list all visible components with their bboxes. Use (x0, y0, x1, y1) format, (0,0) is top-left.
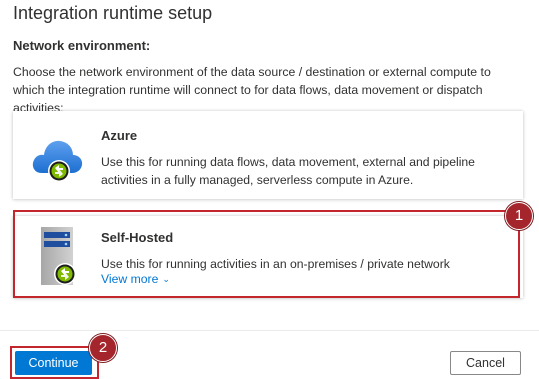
azure-cloud-icon (32, 140, 83, 182)
view-more-label: View more (101, 272, 159, 286)
network-environment-label: Network environment: (13, 38, 151, 53)
option-title-self-hosted: Self-Hosted (101, 230, 174, 245)
dialog-title: Integration runtime setup (13, 3, 213, 23)
integration-runtime-dialog: Integration runtime setup Network enviro… (0, 0, 539, 379)
option-description-self-hosted: Use this for running activities in an on… (101, 257, 450, 271)
footer-divider (0, 330, 539, 331)
step-badge-1: 1 (505, 202, 533, 230)
view-more-link[interactable]: View more ⌄ (101, 272, 170, 286)
continue-button[interactable]: Continue (15, 351, 92, 375)
chevron-down-icon: ⌄ (162, 274, 170, 284)
server-icon (41, 227, 76, 285)
option-card-self-hosted[interactable]: Self-Hosted Use this for running activit… (13, 216, 523, 298)
option-title-azure: Azure (101, 128, 138, 143)
option-description-azure: Use this for running data flows, data mo… (101, 155, 475, 187)
cancel-button[interactable]: Cancel (450, 351, 521, 375)
step-badge-2: 2 (89, 334, 117, 362)
option-card-azure[interactable]: Azure Use this for running data flows, d… (13, 111, 523, 199)
network-environment-description: Choose the network environment of the da… (13, 65, 491, 115)
